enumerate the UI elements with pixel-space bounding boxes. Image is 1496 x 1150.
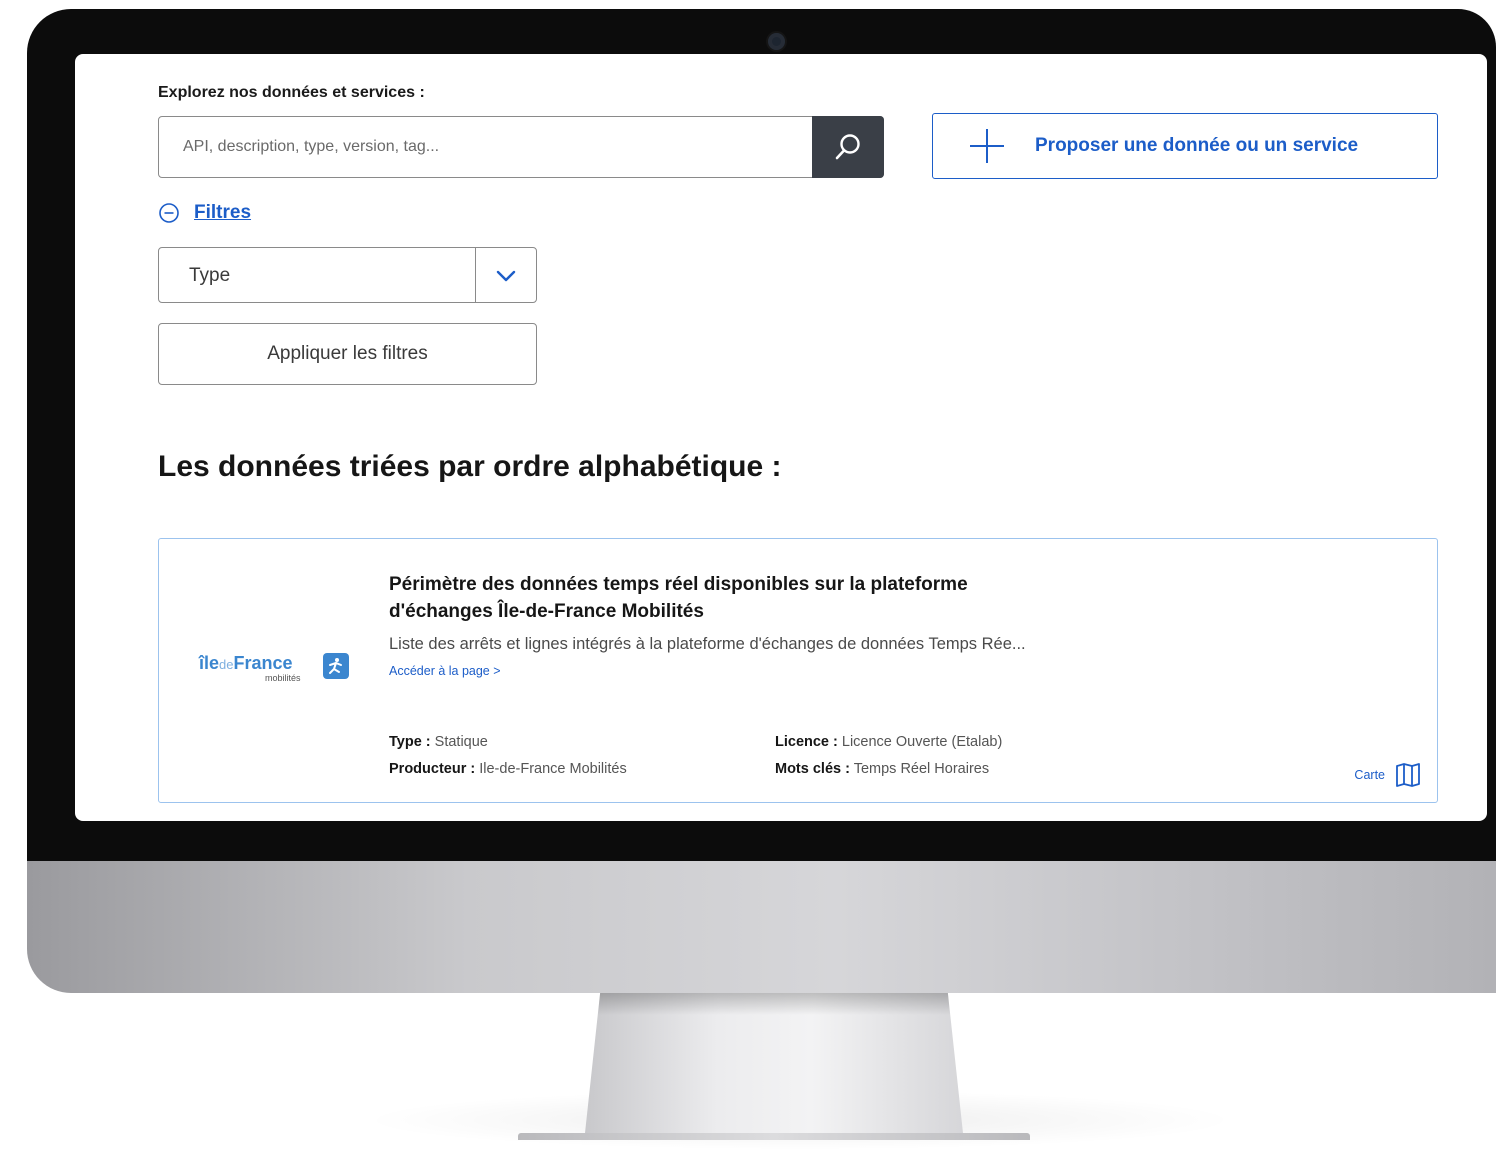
- map-view-toggle[interactable]: Carte: [1354, 763, 1421, 787]
- search-box: [158, 116, 884, 178]
- apply-filters-button[interactable]: Appliquer les filtres: [158, 323, 537, 385]
- section-title: Les données triées par ordre alphabétiqu…: [158, 450, 782, 483]
- type-select[interactable]: Type: [158, 247, 537, 303]
- dataset-producer: Producteur : Ile-de-France Mobilités: [389, 761, 627, 777]
- dataset-card: îledeFrance mobilités Périmètre des donn…: [158, 538, 1438, 803]
- dataset-type: Type : Statique: [389, 734, 488, 750]
- dataset-licence: Licence : Licence Ouverte (Etalab): [775, 734, 1003, 750]
- producer-logo: îledeFrance mobilités: [199, 653, 359, 685]
- type-select-value: Type: [189, 265, 231, 286]
- minus-circle-icon: [159, 203, 179, 223]
- logo-subtitle: mobilités: [265, 673, 301, 683]
- filters-toggle[interactable]: Filtres: [158, 202, 251, 224]
- camera-icon: [768, 33, 785, 50]
- dataset-description: Liste des arrêts et lignes intégrés à la…: [389, 635, 1026, 653]
- search-icon: [835, 134, 860, 160]
- dataset-keywords: Mots clés : Temps Réel Horaires: [775, 761, 990, 777]
- dataset-title-line-2: d'échanges Île-de-France Mobilités: [389, 601, 704, 622]
- propose-button-label: Proposer une donnée ou un service: [1035, 135, 1359, 156]
- search-input[interactable]: [159, 117, 813, 177]
- plus-icon: [967, 126, 1007, 166]
- propose-data-button[interactable]: Proposer une donnée ou un service: [932, 113, 1438, 179]
- map-icon: [1396, 763, 1420, 787]
- dataset-title-line-1: Périmètre des données temps réel disponi…: [389, 574, 968, 595]
- monitor-stand-shadow: [597, 993, 951, 1015]
- filters-link[interactable]: Filtres: [194, 202, 251, 224]
- logo-figure-icon: [323, 653, 349, 679]
- select-divider: [475, 248, 476, 302]
- map-label: Carte: [1354, 768, 1385, 782]
- dataset-page-link[interactable]: Accéder à la page >: [389, 664, 501, 678]
- monitor-chin: [27, 861, 1496, 993]
- search-label: Explorez nos données et services :: [158, 84, 425, 101]
- dataset-title[interactable]: Périmètre des données temps réel disponi…: [389, 571, 1089, 625]
- screen: Explorez nos données et services : Propo…: [75, 54, 1487, 821]
- search-button[interactable]: [812, 116, 884, 178]
- chevron-down-icon: [496, 270, 516, 282]
- monitor-foot: [518, 1133, 1030, 1140]
- logo-wordmark: îledeFrance: [199, 653, 293, 673]
